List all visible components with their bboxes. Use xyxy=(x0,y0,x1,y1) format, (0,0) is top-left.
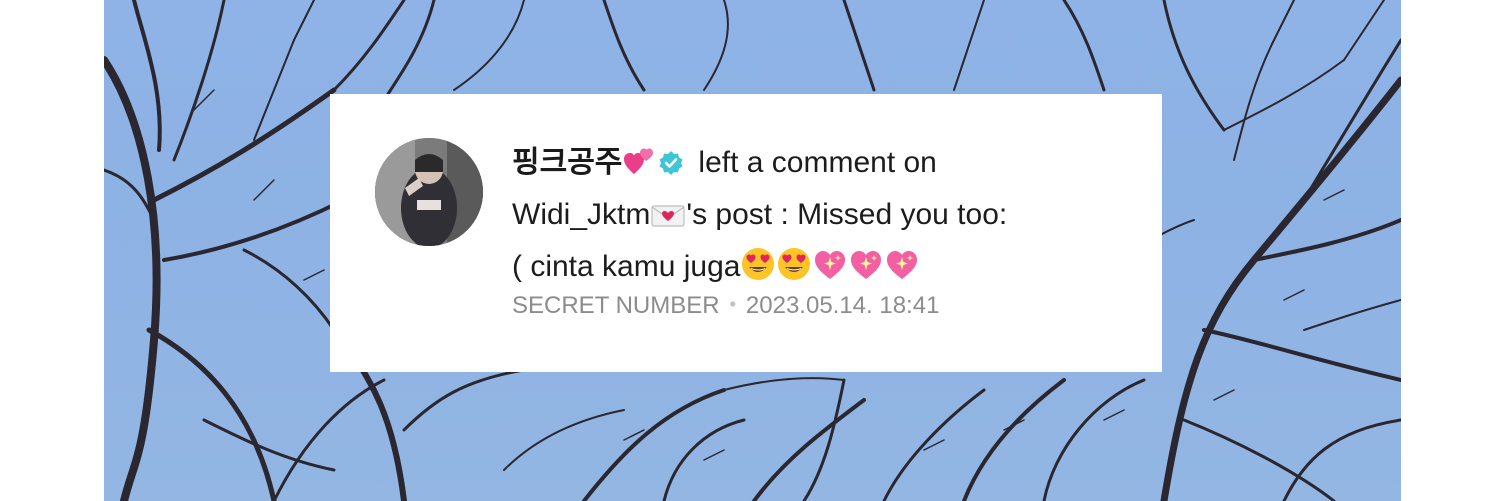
sparkling-heart-icon xyxy=(812,246,848,296)
page: 핑크공주 left a comment on Widi_Jktm 's post… xyxy=(0,0,1500,501)
comment-notification-card[interactable]: 핑크공주 left a comment on Widi_Jktm 's post… xyxy=(330,94,1162,372)
avatar[interactable] xyxy=(375,138,483,246)
username[interactable]: 핑크공주 xyxy=(512,146,622,179)
action-text: left a comment on xyxy=(698,146,937,179)
group-name: SECRET NUMBER xyxy=(512,292,720,319)
post-suffix: 's post : Missed you too: xyxy=(686,198,1008,231)
two-hearts-icon xyxy=(622,144,656,192)
love-letter-icon xyxy=(650,198,686,244)
sparkling-heart-icon xyxy=(884,246,920,296)
heart-eyes-emoji-icon xyxy=(776,246,812,296)
verified-badge-icon xyxy=(658,144,684,190)
heart-eyes-emoji-icon xyxy=(740,246,776,296)
timestamp: 2023.05.14. 18:41 xyxy=(745,292,940,319)
avatar-photo xyxy=(375,138,483,246)
notification-meta: SECRET NUMBER • 2023.05.14. 18:41 xyxy=(512,292,939,320)
notification-text: 핑크공주 left a comment on Widi_Jktm 's post… xyxy=(512,140,1132,296)
comment-text: ( cinta kamu juga xyxy=(512,250,741,283)
separator-dot: • xyxy=(729,294,736,314)
post-owner-link[interactable]: Widi_Jktm xyxy=(512,198,650,231)
sparkling-heart-icon xyxy=(848,246,884,296)
